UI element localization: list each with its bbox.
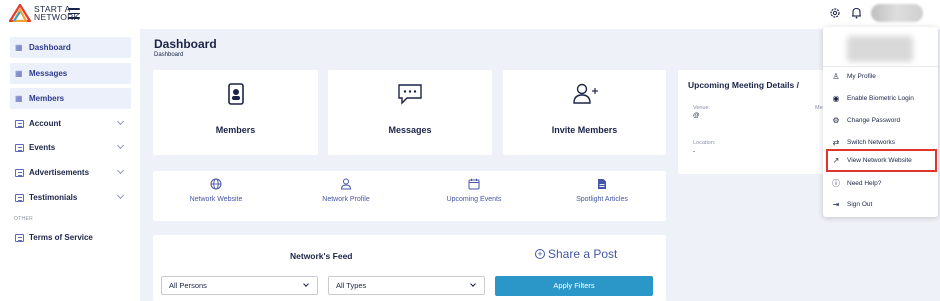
share-post-label: Share a Post	[548, 247, 618, 261]
menu-item-label: My Profile	[847, 73, 876, 80]
menu-item-switch-networks[interactable]: ⇄ Switch Networks	[831, 133, 931, 152]
sidebar-item-testimonials[interactable]: Testimonials	[10, 187, 131, 208]
doc-icon	[15, 119, 24, 128]
menu-item-label: Sign Out	[847, 201, 873, 208]
chevron-down-icon	[116, 166, 125, 175]
type-filter-select[interactable]: All Types	[328, 276, 485, 295]
doc-icon	[15, 143, 24, 152]
top-bar: START A NETWORK	[0, 0, 940, 29]
logo-mark-icon	[9, 4, 31, 22]
user-menu-profile-header	[847, 36, 913, 62]
member-card-icon	[227, 83, 244, 107]
globe-icon	[210, 178, 222, 190]
venue-label: Venue:	[693, 105, 711, 111]
network-profile-link[interactable]: Network Profile	[311, 178, 381, 203]
sidebar-item-label: Members	[29, 94, 65, 103]
person-filter-select[interactable]: All Persons	[161, 276, 318, 295]
chevron-down-icon	[303, 281, 309, 287]
grid-icon: ▦	[15, 68, 23, 78]
sidebar-item-label: Account	[29, 119, 61, 128]
sidebar-item-label: Messages	[29, 69, 68, 78]
venue-value: @	[693, 112, 700, 119]
doc-icon	[15, 193, 24, 202]
sidebar-item-label: Advertisements	[29, 168, 90, 177]
sidebar-item-members[interactable]: ▦ Members	[10, 88, 131, 109]
meeting-title: Upcoming Meeting Details /	[688, 80, 799, 90]
plus-circle-icon: +	[535, 249, 545, 259]
menu-item-sign-out[interactable]: ⇥ Sign Out	[831, 195, 931, 214]
apply-filters-button[interactable]: Apply Filters	[495, 276, 653, 296]
grid-icon: ▦	[15, 93, 23, 103]
menu-item-label: Switch Networks	[847, 139, 896, 146]
user-avatar[interactable]	[871, 4, 923, 22]
page-title: Dashboard	[154, 37, 217, 51]
meeting-truncated-label: Me	[815, 105, 823, 111]
add-user-icon	[572, 83, 598, 107]
network-profile-label: Network Profile	[322, 196, 370, 203]
sidebar-item-label: Events	[29, 143, 56, 152]
location-label: Location:	[693, 140, 716, 146]
sidebar-item-advertisements[interactable]: Advertisements	[10, 162, 131, 183]
user-icon	[340, 178, 352, 190]
doc-icon	[15, 233, 24, 242]
upcoming-events-link[interactable]: Upcoming Events	[439, 178, 509, 203]
help-icon: ⓘ	[832, 179, 840, 188]
person-filter-value: All Persons	[169, 281, 207, 290]
menu-item-label: View Network Website	[847, 157, 912, 164]
network-website-label: Network Website	[189, 196, 243, 203]
message-bubble-icon	[397, 83, 423, 107]
calendar-icon	[468, 178, 480, 190]
sidebar-item-messages[interactable]: ▦ Messages	[10, 63, 131, 84]
upcoming-events-label: Upcoming Events	[446, 196, 502, 203]
gear-icon: ⚙	[832, 116, 840, 125]
document-icon	[598, 179, 606, 189]
invite-members-card-label: Invite Members	[551, 125, 618, 135]
sidebar-item-dashboard[interactable]: ▦ Dashboard	[10, 37, 131, 58]
sign-out-icon: ⇥	[832, 200, 840, 209]
spotlight-articles-link[interactable]: Spotlight Articles	[567, 178, 637, 203]
sidebar-section-other: OTHER	[14, 216, 33, 222]
invite-members-card[interactable]: Invite Members	[503, 70, 666, 155]
menu-item-label: Enable Biometric Login	[847, 95, 914, 102]
network-website-link[interactable]: Network Website	[181, 178, 251, 203]
upcoming-meeting-card: Upcoming Meeting Details / Venue: @ Loca…	[678, 70, 824, 174]
menu-item-my-profile[interactable]: ♙ My Profile	[831, 67, 931, 86]
messages-card[interactable]: Messages	[328, 70, 492, 155]
members-card[interactable]: Members	[153, 70, 318, 155]
menu-item-label: Change Password	[847, 117, 901, 124]
switch-user-icon: ⇄	[832, 138, 840, 147]
breadcrumb[interactable]: Dashboard	[154, 52, 183, 58]
menu-item-change-password[interactable]: ⚙ Change Password	[831, 111, 931, 130]
chevron-down-icon	[470, 281, 476, 287]
hamburger-menu-icon[interactable]	[68, 8, 80, 19]
location-value: -	[693, 148, 696, 155]
user-icon: ♙	[832, 72, 840, 81]
share-post-button[interactable]: + Share a Post	[535, 247, 617, 261]
chevron-down-icon	[116, 141, 125, 150]
link-icon: ↗	[832, 156, 840, 165]
settings-gear-icon[interactable]	[829, 7, 841, 21]
feed-title: Network's Feed	[290, 251, 353, 261]
sidebar-item-events[interactable]: Events	[10, 137, 131, 158]
chevron-down-icon	[116, 191, 125, 200]
chevron-down-icon	[116, 117, 125, 126]
sidebar-item-terms[interactable]: Terms of Service	[10, 227, 131, 248]
grid-icon: ▦	[15, 42, 23, 52]
messages-card-label: Messages	[388, 125, 432, 135]
menu-item-view-network-website[interactable]: ↗ View Network Website	[826, 149, 937, 172]
sidebar-item-label: Testimonials	[29, 193, 78, 202]
members-card-label: Members	[215, 125, 256, 135]
user-menu-dropdown: ♙ My Profile ◉ Enable Biometric Login ⚙ …	[823, 27, 938, 217]
notification-bell-icon[interactable]	[851, 7, 862, 21]
doc-icon	[15, 168, 24, 177]
sidebar-item-label: Terms of Service	[29, 233, 93, 242]
sidebar-item-account[interactable]: Account	[10, 113, 131, 134]
spotlight-articles-label: Spotlight Articles	[576, 196, 628, 203]
menu-item-label: Need Help?	[847, 180, 882, 187]
type-filter-value: All Types	[336, 281, 367, 290]
sidebar-item-label: Dashboard	[29, 43, 71, 52]
fingerprint-icon: ◉	[832, 94, 840, 103]
menu-item-biometric-login[interactable]: ◉ Enable Biometric Login	[831, 89, 931, 108]
menu-item-need-help[interactable]: ⓘ Need Help?	[831, 174, 931, 193]
